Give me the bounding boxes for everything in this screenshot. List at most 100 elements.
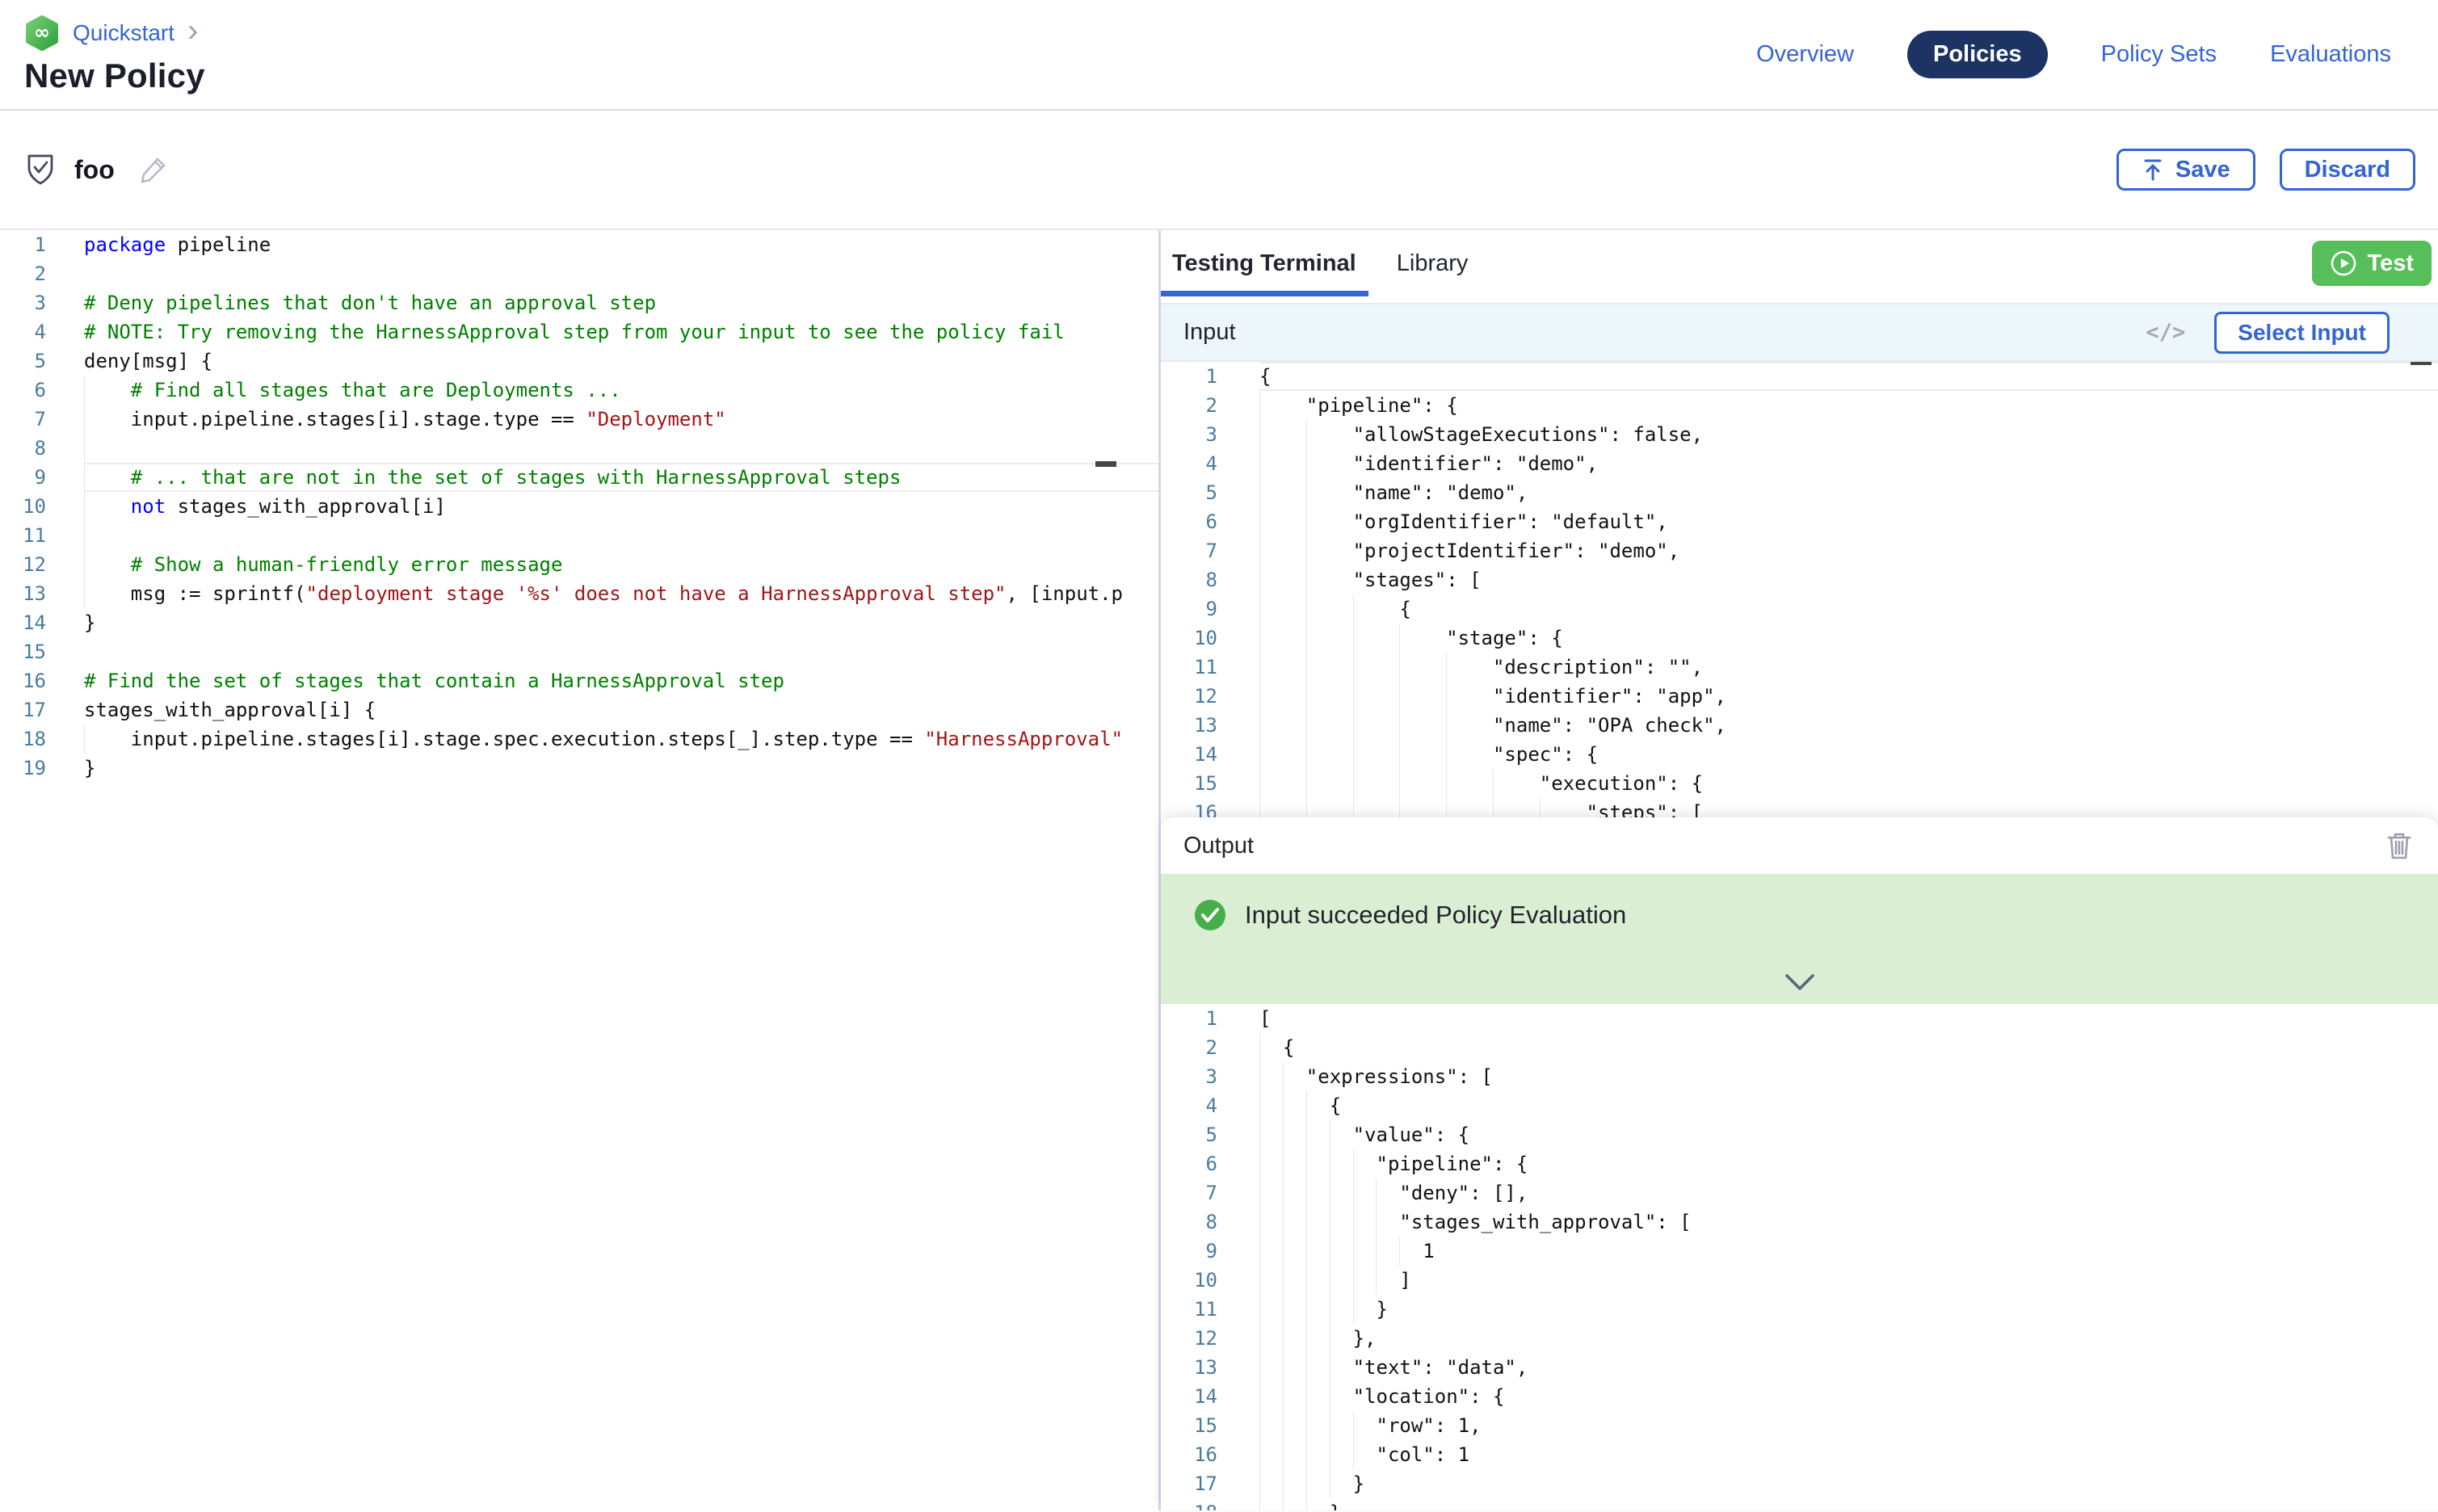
code-line[interactable]: 17stages_with_approval[i] {	[0, 695, 1158, 724]
code-line-content[interactable]: }	[1259, 1498, 2438, 1510]
code-line-content[interactable]: "stages": [	[1259, 565, 2438, 594]
code-line-content[interactable]: "allowStageExecutions": false,	[1259, 420, 2438, 449]
code-line-content[interactable]: }	[84, 754, 1158, 783]
input-json-editor[interactable]: 1{2 "pipeline": {3 "allowStageExecutions…	[1161, 362, 2438, 817]
code-line[interactable]: 7 "projectIdentifier": "demo",	[1161, 536, 2438, 565]
code-line[interactable]: 11	[0, 521, 1158, 550]
code-line[interactable]: 3 "allowStageExecutions": false,	[1161, 420, 2438, 449]
code-line-content[interactable]: # Deny pipelines that don't have an appr…	[84, 288, 1158, 317]
code-line-content[interactable]: "name": "OPA check",	[1259, 711, 2438, 740]
tab-testing-terminal[interactable]: Testing Terminal	[1172, 250, 1356, 277]
code-line-content[interactable]	[84, 637, 1158, 666]
trash-icon[interactable]	[2386, 831, 2412, 860]
code-line-content[interactable]: input.pipeline.stages[i].stage.type == "…	[84, 405, 1158, 434]
code-line-content[interactable]: {	[1259, 1091, 2438, 1120]
code-line[interactable]: 13 "name": "OPA check",	[1161, 711, 2438, 740]
nav-tab-evaluations[interactable]: Evaluations	[2270, 41, 2391, 68]
code-line-content[interactable]: deny[msg] {	[84, 346, 1158, 376]
code-line[interactable]: 11 "description": "",	[1161, 653, 2438, 682]
breadcrumb-link-quickstart[interactable]: Quickstart	[73, 20, 174, 46]
code-line-content[interactable]: "col": 1	[1259, 1440, 2438, 1469]
code-line-content[interactable]: "row": 1,	[1259, 1411, 2438, 1440]
code-line[interactable]: 13 msg := sprintf("deployment stage '%s'…	[0, 579, 1158, 608]
edit-pencil-icon[interactable]	[137, 153, 170, 186]
code-line[interactable]: 9 1	[1161, 1237, 2438, 1266]
code-line-content[interactable]: "orgIdentifier": "default",	[1259, 507, 2438, 536]
code-line-content[interactable]: # Show a human-friendly error message	[84, 550, 1158, 579]
code-line-content[interactable]	[84, 521, 1158, 550]
select-input-button[interactable]: Select Input	[2214, 312, 2390, 354]
code-line-content[interactable]: "text": "data",	[1259, 1353, 2438, 1382]
code-line-content[interactable]: "expressions": [	[1259, 1062, 2438, 1091]
code-line[interactable]: 9 # ... that are not in the set of stage…	[0, 463, 1158, 492]
code-line[interactable]: 3 "expressions": [	[1161, 1062, 2438, 1091]
code-line-content[interactable]: 1	[1259, 1237, 2438, 1266]
code-line[interactable]: 1{	[1161, 362, 2438, 391]
harness-logo-icon[interactable]: ∞	[24, 15, 60, 51]
discard-button[interactable]: Discard	[2280, 149, 2415, 191]
code-line[interactable]: 16 "steps": [	[1161, 798, 2438, 817]
code-line[interactable]: 16# Find the set of stages that contain …	[0, 666, 1158, 695]
code-line-content[interactable]: ]	[1259, 1266, 2438, 1295]
code-line-content[interactable]: "projectIdentifier": "demo",	[1259, 536, 2438, 565]
code-line-content[interactable]: "pipeline": {	[1259, 1149, 2438, 1178]
code-line[interactable]: 5 "name": "demo",	[1161, 478, 2438, 507]
code-line[interactable]: 2 {	[1161, 1033, 2438, 1062]
code-line[interactable]: 15	[0, 637, 1158, 666]
output-json-editor[interactable]: 1[2 {3 "expressions": [4 {5 "value": {6 …	[1161, 1004, 2438, 1510]
code-line[interactable]: 13 "text": "data",	[1161, 1353, 2438, 1382]
code-line-content[interactable]	[84, 259, 1158, 288]
code-line[interactable]: 4 {	[1161, 1091, 2438, 1120]
code-line-content[interactable]: msg := sprintf("deployment stage '%s' do…	[84, 579, 1158, 608]
code-line[interactable]: 16 "col": 1	[1161, 1440, 2438, 1469]
code-line[interactable]: 2	[0, 259, 1158, 288]
code-line-content[interactable]: }	[1259, 1469, 2438, 1498]
code-line-content[interactable]: [	[1259, 1004, 2438, 1033]
code-line-content[interactable]: },	[1259, 1324, 2438, 1353]
code-line[interactable]: 5 "value": {	[1161, 1120, 2438, 1149]
code-line-content[interactable]: # Find the set of stages that contain a …	[84, 666, 1158, 695]
code-line-content[interactable]: }	[1259, 1295, 2438, 1324]
code-line-content[interactable]: # NOTE: Try removing the HarnessApproval…	[84, 317, 1158, 346]
code-line[interactable]: 10 ]	[1161, 1266, 2438, 1295]
code-line[interactable]: 7 input.pipeline.stages[i].stage.type ==…	[0, 405, 1158, 434]
code-line-content[interactable]: "identifier": "app",	[1259, 682, 2438, 711]
code-line[interactable]: 6 "pipeline": {	[1161, 1149, 2438, 1178]
nav-tab-policies-active[interactable]: Policies	[1907, 31, 2048, 78]
code-line[interactable]: 6 "orgIdentifier": "default",	[1161, 507, 2438, 536]
code-line[interactable]: 1package pipeline	[0, 230, 1158, 259]
code-line-content[interactable]: "name": "demo",	[1259, 478, 2438, 507]
code-line[interactable]: 8 "stages_with_approval": [	[1161, 1208, 2438, 1237]
code-line-content[interactable]: stages_with_approval[i] {	[84, 695, 1158, 724]
code-line[interactable]: 4 "identifier": "demo",	[1161, 449, 2438, 478]
code-line[interactable]: 2 "pipeline": {	[1161, 391, 2438, 420]
code-line[interactable]: 4# NOTE: Try removing the HarnessApprova…	[0, 317, 1158, 346]
code-line[interactable]: 12 # Show a human-friendly error message	[0, 550, 1158, 579]
code-line[interactable]: 19}	[0, 754, 1158, 783]
code-line-content[interactable]: "execution": {	[1259, 769, 2438, 798]
code-line[interactable]: 8 "stages": [	[1161, 565, 2438, 594]
code-line-content[interactable]: # Find all stages that are Deployments .…	[84, 376, 1158, 405]
code-line[interactable]: 3# Deny pipelines that don't have an app…	[0, 288, 1158, 317]
code-line-content[interactable]: "deny": [],	[1259, 1178, 2438, 1208]
chevron-down-icon[interactable]	[1784, 973, 1816, 991]
code-line-content[interactable]: not stages_with_approval[i]	[84, 492, 1158, 521]
code-line-content[interactable]: "stages_with_approval": [	[1259, 1208, 2438, 1237]
code-view-toggle-icon[interactable]: </>	[2146, 320, 2186, 345]
code-line-content[interactable]: {	[1259, 594, 2438, 624]
code-line[interactable]: 12 "identifier": "app",	[1161, 682, 2438, 711]
nav-tab-overview[interactable]: Overview	[1756, 41, 1854, 68]
code-line-content[interactable]	[84, 434, 1158, 463]
code-line[interactable]: 18 }	[1161, 1498, 2438, 1510]
code-line[interactable]: 5deny[msg] {	[0, 346, 1158, 376]
code-line[interactable]: 14 "spec": {	[1161, 740, 2438, 769]
code-line-content[interactable]: {	[1259, 1033, 2438, 1062]
test-button[interactable]: Test	[2312, 241, 2432, 286]
save-button[interactable]: Save	[2116, 149, 2255, 191]
code-line[interactable]: 6 # Find all stages that are Deployments…	[0, 376, 1158, 405]
code-line[interactable]: 1[	[1161, 1004, 2438, 1033]
code-line-content[interactable]: "pipeline": {	[1259, 391, 2438, 420]
code-line-content[interactable]: package pipeline	[84, 230, 1158, 259]
policy-code-editor[interactable]: 1package pipeline23# Deny pipelines that…	[0, 230, 1158, 783]
code-line-content[interactable]: "value": {	[1259, 1120, 2438, 1149]
